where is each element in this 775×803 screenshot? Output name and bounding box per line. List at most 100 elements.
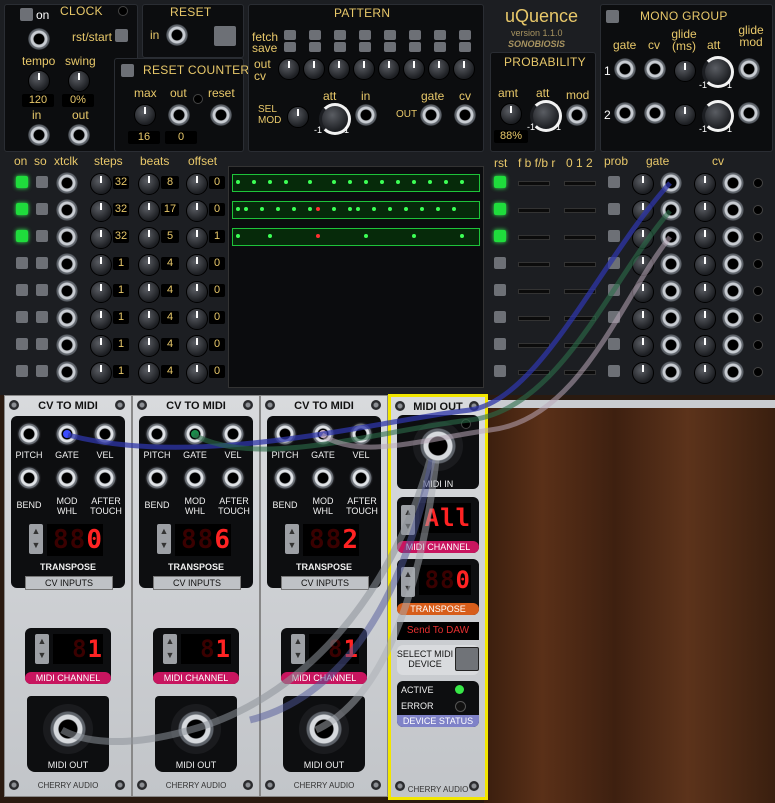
row-cv-jack[interactable] (722, 253, 744, 275)
vel-jack[interactable] (93, 422, 117, 446)
clock-in-jack[interactable] (28, 124, 50, 146)
row-reset-led[interactable] (494, 311, 506, 323)
pattern-slot-button[interactable] (284, 30, 296, 40)
row-cv-knob[interactable] (694, 227, 716, 249)
pattern-slot-button[interactable] (284, 42, 296, 52)
reset-counter-toggle[interactable] (121, 64, 134, 77)
sel-mod-knob[interactable] (287, 106, 309, 128)
row-gate-jack[interactable] (660, 280, 682, 302)
row-steps-knob[interactable] (90, 335, 112, 357)
row-offset-knob[interactable] (186, 308, 208, 330)
pattern-cv-knob[interactable] (353, 58, 375, 80)
row-solo-toggle[interactable] (36, 284, 48, 296)
row-gate-knob[interactable] (632, 227, 654, 249)
row-reset-led[interactable] (494, 203, 506, 215)
row-gate-knob[interactable] (632, 173, 654, 195)
pattern-slot-button[interactable] (409, 42, 421, 52)
row-offset-knob[interactable] (186, 254, 208, 276)
after-touch-jack[interactable] (93, 466, 117, 490)
row-offset-knob[interactable] (186, 173, 208, 195)
pattern-slot-button[interactable] (359, 42, 371, 52)
mono1-gate-jack[interactable] (614, 58, 636, 80)
row-beats-knob[interactable] (138, 254, 160, 276)
row-mode-slider[interactable] (564, 235, 596, 240)
row-solo-toggle[interactable] (36, 311, 48, 323)
pattern-cv-knob[interactable] (453, 58, 475, 80)
row-cv-knob[interactable] (694, 200, 716, 222)
mono-group-toggle[interactable] (606, 10, 619, 23)
row-solo-toggle[interactable] (36, 365, 48, 377)
row-cv-jack[interactable] (722, 199, 744, 221)
row-gate-knob[interactable] (632, 200, 654, 222)
row-xtclk-jack[interactable] (56, 226, 78, 248)
row-offset-knob[interactable] (186, 200, 208, 222)
pattern-cv-knob[interactable] (378, 58, 400, 80)
pattern-slot-button[interactable] (359, 30, 371, 40)
mono2-cv-jack[interactable] (644, 102, 666, 124)
row-on-toggle[interactable] (16, 257, 28, 269)
row-mode-slider[interactable] (564, 370, 596, 375)
rst-start-button[interactable] (115, 29, 128, 42)
row-direction-slider[interactable] (518, 181, 550, 186)
row-reset-led[interactable] (494, 338, 506, 350)
row-gate-jack[interactable] (660, 307, 682, 329)
row-cv-jack[interactable] (722, 361, 744, 383)
row-cv-knob[interactable] (694, 335, 716, 357)
pattern-cv-knob[interactable] (428, 58, 450, 80)
row-gate-jack[interactable] (660, 334, 682, 356)
midi-channel-stepper[interactable]: ▲ ▼ (291, 634, 305, 664)
row-on-toggle[interactable] (16, 203, 28, 215)
row-solo-toggle[interactable] (36, 338, 48, 350)
row-beats-knob[interactable] (138, 200, 160, 222)
row-gate-knob[interactable] (632, 281, 654, 303)
row-steps-knob[interactable] (90, 227, 112, 249)
mod-whl-jack[interactable] (183, 466, 207, 490)
row-gate-jack[interactable] (660, 172, 682, 194)
row-mode-slider[interactable] (564, 181, 596, 186)
midi-out-jack[interactable] (171, 704, 221, 754)
pattern-cv-knob[interactable] (303, 58, 325, 80)
row-xtclk-jack[interactable] (56, 307, 78, 329)
prob-amt-knob[interactable] (500, 103, 522, 125)
row-cv-knob[interactable] (694, 308, 716, 330)
pattern-slot-button[interactable] (309, 30, 321, 40)
row-direction-slider[interactable] (518, 208, 550, 213)
pattern-slot-button[interactable] (459, 42, 471, 52)
row-on-toggle[interactable] (16, 284, 28, 296)
pattern-slot-button[interactable] (409, 30, 421, 40)
row-prob-toggle[interactable] (608, 311, 620, 323)
mono1-glide-knob[interactable] (674, 60, 696, 82)
row-prob-toggle[interactable] (608, 338, 620, 350)
row-beats-knob[interactable] (138, 308, 160, 330)
after-touch-jack[interactable] (349, 466, 373, 490)
swing-knob[interactable] (68, 70, 90, 92)
row-solo-toggle[interactable] (36, 203, 48, 215)
mono2-glide-mod-jack[interactable] (738, 102, 760, 124)
pattern-in-jack[interactable] (355, 104, 377, 126)
row-steps-knob[interactable] (90, 254, 112, 276)
row-offset-knob[interactable] (186, 335, 208, 357)
row-offset-knob[interactable] (186, 362, 208, 384)
clock-on-button[interactable] (20, 8, 33, 21)
clock-rst-jack[interactable] (28, 28, 50, 50)
transpose-stepper[interactable]: ▲ ▼ (285, 524, 299, 554)
row-gate-jack[interactable] (660, 361, 682, 383)
row-on-toggle[interactable] (16, 230, 28, 242)
row-beats-knob[interactable] (138, 335, 160, 357)
row-direction-slider[interactable] (518, 343, 550, 348)
mono1-glide-mod-jack[interactable] (738, 58, 760, 80)
pattern-slot-button[interactable] (384, 42, 396, 52)
row-direction-slider[interactable] (518, 316, 550, 321)
row-steps-knob[interactable] (90, 281, 112, 303)
row-cv-jack[interactable] (722, 334, 744, 356)
mod-whl-jack[interactable] (311, 466, 335, 490)
row-steps-knob[interactable] (90, 362, 112, 384)
row-gate-jack[interactable] (660, 199, 682, 221)
row-xtclk-jack[interactable] (56, 334, 78, 356)
midi-out-jack[interactable] (299, 704, 349, 754)
mono2-gate-jack[interactable] (614, 102, 636, 124)
row-beats-knob[interactable] (138, 281, 160, 303)
row-reset-led[interactable] (494, 230, 506, 242)
midi-in-jack[interactable] (413, 421, 463, 471)
prob-mod-jack[interactable] (566, 104, 588, 126)
